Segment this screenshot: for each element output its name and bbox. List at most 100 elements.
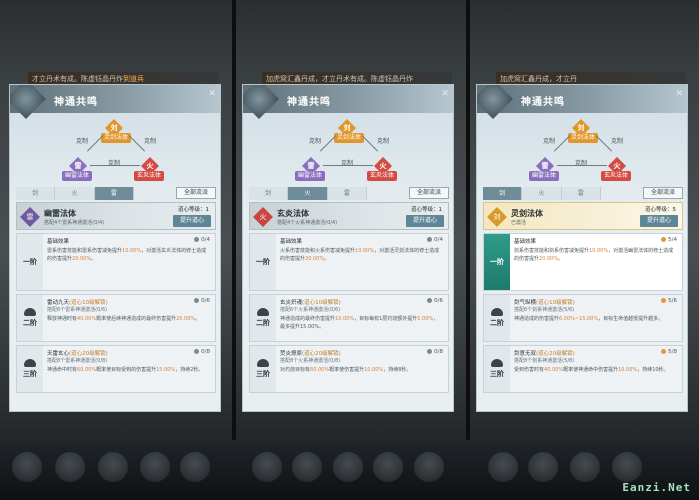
- tier-desc-text: ，持续2秒。: [175, 367, 204, 373]
- panel-title: 神通共鸣: [287, 97, 331, 108]
- tier-progress-text: 0/6: [434, 298, 443, 304]
- tier-row[interactable]: 一阶 基础效果 5/4 剑系伤害技能和剑系伤害减免提升10.00%，对激活幽雷法…: [483, 233, 683, 291]
- tier-name: 三阶: [490, 370, 504, 378]
- counter-text: 克制: [76, 138, 89, 145]
- tier-desc-text: ，持续10秒。: [637, 367, 669, 373]
- tier-description: 释放神通时有40.00%概率使后续神通造成的最终伤害提升20.00%。: [47, 315, 210, 323]
- tier-badge: 三阶: [484, 346, 510, 392]
- body-element-icon: 火: [253, 207, 273, 227]
- tier-desc-value: 10.00%: [618, 367, 638, 373]
- tab-element[interactable]: 火: [55, 187, 95, 200]
- element-label: 幽雷法体: [529, 171, 560, 181]
- element-label: 玄炎法体: [134, 171, 165, 181]
- character-portrait-icon: [570, 452, 600, 482]
- tier-desc-text: 概率使目标受到的伤害提升: [96, 367, 157, 373]
- tier-desc-text: 。: [195, 316, 201, 322]
- tier-name: 三阶: [23, 370, 37, 378]
- close-icon[interactable]: ✕: [208, 89, 216, 99]
- tier-title-text: 基础效果: [280, 239, 303, 245]
- element-char: 雷: [307, 162, 315, 170]
- tier-title-text: 基础效果: [47, 239, 70, 245]
- tab-element[interactable]: 火: [522, 187, 562, 200]
- close-icon[interactable]: ✕: [675, 89, 683, 99]
- tier-title: 天雷玄心(道心20级解锁): [47, 349, 108, 357]
- tab-element[interactable]: 雷: [561, 187, 601, 200]
- body-requirement: 已激活: [511, 220, 527, 226]
- tab-element[interactable]: 剑: [249, 187, 289, 200]
- tier-requirement: 搭配8个火系神通激活(0/8): [280, 358, 341, 364]
- tier-row[interactable]: 一阶 基础效果 0/4 火系伤害技能和火系伤害减免提升10.00%，对激活灵剑法…: [249, 233, 449, 291]
- tier-desc-text: 概率使伤害提升: [329, 367, 365, 373]
- tab-element[interactable]: 剑: [16, 187, 56, 200]
- tier-desc-value: 40.00%: [77, 316, 97, 322]
- tab-element[interactable]: 雷: [94, 187, 134, 200]
- tier-row[interactable]: 二阶 玄炎炽魂(道心10级解锁) 搭配6个火系神通激活(0/6) 0/6 神通造…: [249, 294, 449, 342]
- counter-text: 克制: [108, 160, 121, 167]
- tab-element[interactable]: 剑: [483, 187, 523, 200]
- tier-desc-text: 。: [558, 256, 564, 262]
- tier-description: 剑系伤害技能和剑系伤害减免提升10.00%，对激活幽雷法体的修士造成的伤害提升2…: [514, 247, 677, 263]
- tier-desc-value: 6.00%~15.00%: [559, 316, 599, 322]
- element-char: 刘: [343, 124, 351, 132]
- tier-row[interactable]: 三阶 焚炎燎原(道心20级解锁) 搭配8个火系神通激活(0/8) 0/8 对灼烧…: [249, 345, 449, 393]
- tier-desc-value: 60.00%: [77, 367, 97, 373]
- all-schools-button[interactable]: 全部流派: [643, 187, 683, 199]
- tier-desc-text: 受到伤害时有: [514, 367, 545, 373]
- arrow-icon: [595, 135, 613, 152]
- tier-row[interactable]: 三阶 天雷玄心(道心20级解锁) 搭配8个雷系神通激活(0/8) 0/8 神通命…: [16, 345, 216, 393]
- tier-title: 焚炎燎原(道心20级解锁): [280, 349, 341, 357]
- tier-row[interactable]: 二阶 剑气纵横(道心10级解锁) 搭配6个剑系神通激活(5/6) 5/6 神通造…: [483, 294, 683, 342]
- screenshot-divider: [466, 0, 470, 500]
- element-char: 火: [613, 162, 621, 170]
- tier-desc-text: 释放神通时有: [47, 316, 78, 322]
- tier-badge: 二阶: [250, 295, 276, 341]
- raise-heart-button[interactable]: 提升道心: [406, 215, 444, 227]
- tier-row[interactable]: 一阶 基础效果 0/4 雷系伤害技能和雷系伤害减免提升10.00%，对激活玄炎法…: [16, 233, 216, 291]
- raise-heart-button[interactable]: 提升道心: [640, 215, 678, 227]
- all-schools-button[interactable]: 全部流派: [409, 187, 449, 199]
- heart-level: 道心等级：1: [178, 207, 209, 213]
- tier-desc-value: 40.00%: [544, 367, 564, 373]
- counter-text: 克制: [377, 138, 390, 145]
- element-tabs: 剑火雷: [483, 187, 601, 200]
- character-portrait-icon: [292, 452, 322, 482]
- tier-name: 三阶: [256, 370, 270, 378]
- tier-progress-text: 5/8: [668, 349, 677, 355]
- tier-badge: 二阶: [484, 295, 510, 341]
- tier-row[interactable]: 三阶 剑意无双(道心20级解锁) 搭配8个剑系神通激活(5/8) 5/8 受到伤…: [483, 345, 683, 393]
- tier-progress: 0/8: [194, 349, 210, 355]
- screenshot-divider: [232, 0, 236, 500]
- character-portrait-icon: [180, 452, 210, 482]
- lock-icon: [194, 237, 200, 242]
- tier-row[interactable]: 二阶 雷动九天(道心10级解锁) 搭配6个雷系神通激活(0/6) 0/6 释放神…: [16, 294, 216, 342]
- character-portrait-icon: [488, 452, 518, 482]
- arrow-icon: [86, 135, 104, 152]
- tier-desc-value: 20.00%: [305, 256, 325, 262]
- tier-desc-text: 。: [324, 256, 330, 262]
- tier-progress: 0/4: [194, 237, 210, 243]
- character-portrait-icon: [528, 452, 558, 482]
- helmet-icon: [491, 359, 503, 367]
- element-label: 灵剑法体: [568, 133, 599, 143]
- system-message-text: 加虎窝汇鑫丹成，才立丹术有成。陈虚钰晶丹炸: [266, 75, 413, 83]
- close-icon[interactable]: ✕: [441, 89, 449, 99]
- element-char: 刘: [577, 124, 585, 132]
- counter-text: 克制: [543, 138, 556, 145]
- arrow-icon: [361, 135, 379, 152]
- element-char: 火: [146, 162, 154, 170]
- tier-requirement: 搭配6个剑系神通激活(5/6): [514, 307, 575, 313]
- tier-title: 剑意无双(道心20级解锁): [514, 349, 575, 357]
- panel-title: 神通共鸣: [521, 97, 565, 108]
- tier-description: 雷系伤害技能和雷系伤害减免提升10.00%，对激活玄炎法体的修士造成的伤害提升2…: [47, 247, 210, 263]
- body-requirement: 搭配4个雷系神通激活(0/4): [44, 220, 105, 226]
- tab-element[interactable]: 火: [288, 187, 328, 200]
- tab-element[interactable]: 雷: [327, 187, 367, 200]
- tier-requirement: 搭配8个剑系神通激活(5/8): [514, 358, 575, 364]
- all-schools-button[interactable]: 全部流派: [176, 187, 216, 199]
- helmet-icon: [24, 308, 36, 316]
- element-label: 灵剑法体: [101, 133, 132, 143]
- body-card: 刘 灵剑法体 已激活 道心等级：5 提升道心: [483, 202, 683, 230]
- body-card: 火 玄炎法体 搭配4个火系神通激活(0/4) 道心等级：1 提升道心: [249, 202, 449, 230]
- raise-heart-button[interactable]: 提升道心: [173, 215, 211, 227]
- element-tabs: 剑火雷: [249, 187, 367, 200]
